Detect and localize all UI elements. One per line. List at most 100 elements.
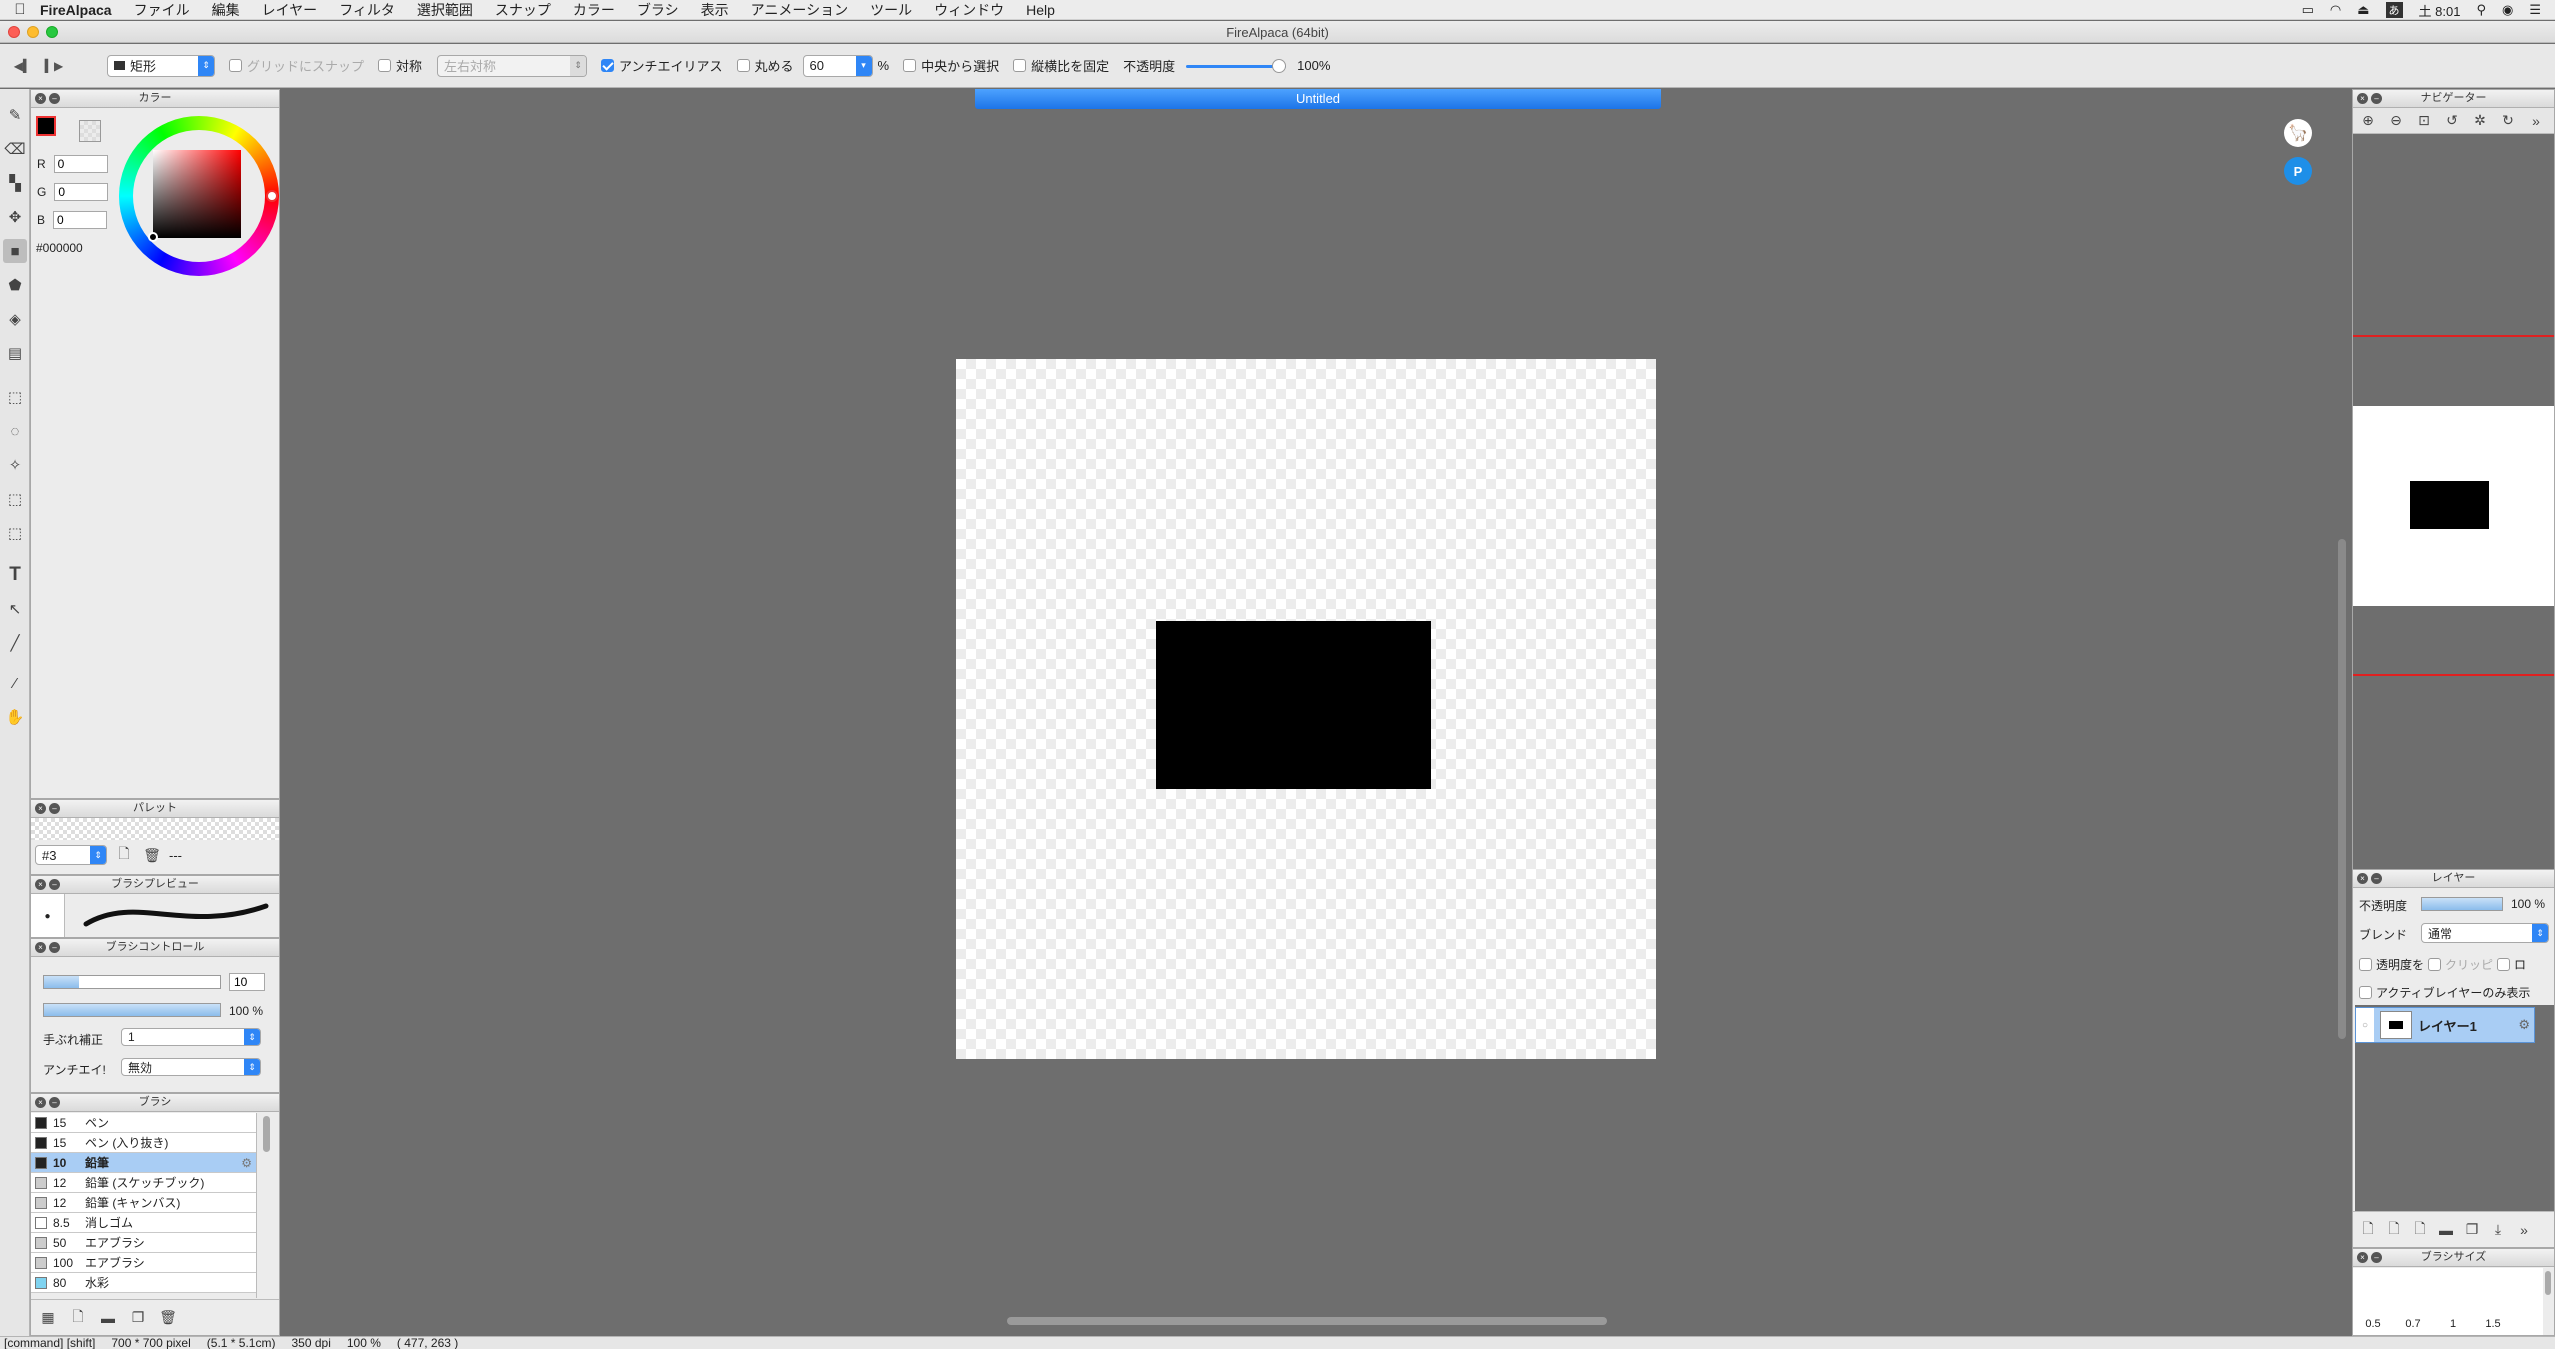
eye-visibility-icon[interactable]: ○ (2356, 1008, 2374, 1042)
brush-item[interactable]: 12 鉛筆 (キャンバス) (31, 1193, 256, 1213)
brush-size-scrollbar[interactable] (2545, 1271, 2551, 1295)
menu-brush[interactable]: ブラシ (637, 0, 679, 20)
collapse-icon[interactable]: – (2371, 93, 2382, 104)
layer-row[interactable]: ○ レイヤー1 ⚙ (2355, 1007, 2535, 1043)
alpaca-mascot-icon[interactable]: 🦙 (2284, 119, 2312, 147)
display-icon[interactable]: ▭ (2302, 2, 2314, 18)
eraser-tool-icon[interactable]: ⌫ (3, 137, 27, 161)
brush-size-input[interactable] (229, 973, 265, 991)
rotate-left-icon[interactable]: ↺ (2441, 110, 2463, 132)
menu-animation[interactable]: アニメーション (751, 0, 848, 20)
brush-antialias-select[interactable]: 無効 ⇕ (121, 1058, 261, 1076)
magic-wand-tool-icon[interactable]: ✧ (3, 453, 27, 477)
notification-center-icon[interactable]: ☰ (2529, 2, 2541, 18)
symmetry-checkbox[interactable] (378, 59, 392, 72)
from-center-checkbox[interactable] (903, 59, 917, 72)
horizontal-scrollbar[interactable] (1007, 1317, 1607, 1325)
canvas-area[interactable]: Untitled 🦙 P (281, 89, 2350, 1336)
fix-ratio-checkbox[interactable] (1013, 59, 1027, 72)
protect-alpha-checkbox[interactable] (2359, 958, 2372, 971)
menu-window[interactable]: ウィンドウ (934, 0, 1004, 20)
shape-select[interactable]: 矩形 ⇕ (107, 54, 215, 77)
collapse-icon[interactable]: – (49, 803, 60, 814)
brush-item[interactable]: 15 ペン (31, 1113, 256, 1133)
gear-icon[interactable]: ⚙ (241, 1156, 252, 1170)
brush-item[interactable]: 50 エアブラシ (31, 1233, 256, 1253)
brush-grid-icon[interactable]: ▦ (37, 1307, 59, 1329)
zoom-fit-icon[interactable]: ⊡ (2413, 110, 2435, 132)
shape-tool-icon[interactable]: ■ (3, 239, 27, 263)
pixiv-icon[interactable]: P (2284, 157, 2312, 185)
eyedropper-tool-icon[interactable]: ⁄ (3, 671, 27, 695)
opacity-slider-knob[interactable] (1272, 58, 1287, 73)
text-tool-icon[interactable]: T (3, 563, 27, 587)
brush-item[interactable]: 12 鉛筆 (スケッチブック) (31, 1173, 256, 1193)
zoom-in-icon[interactable]: ⊕ (2357, 110, 2379, 132)
vertical-scrollbar[interactable] (2338, 539, 2346, 1039)
navigator-thumbnail[interactable] (2353, 406, 2554, 606)
brush-item[interactable]: 80 水彩 (31, 1273, 256, 1293)
duplicate-brush-icon[interactable]: ❐ (127, 1307, 149, 1329)
divide-tool-icon[interactable]: ╱ (3, 631, 27, 655)
menu-selection[interactable]: 選択範囲 (417, 0, 473, 20)
close-icon[interactable]: × (2357, 873, 2368, 884)
hue-picker-knob[interactable] (266, 190, 278, 202)
opacity-slider[interactable] (1186, 58, 1287, 73)
wifi-icon[interactable]: ◠ (2330, 2, 2341, 18)
gradient-tool-icon[interactable]: ▤ (3, 341, 27, 365)
app-menu[interactable]: FireAlpaca (40, 2, 112, 18)
input-method-icon[interactable]: あ (2385, 2, 2403, 18)
collapse-icon[interactable]: – (2371, 873, 2382, 884)
blend-select[interactable]: 通常 ⇕ (2421, 923, 2549, 943)
grid-snap-checkbox[interactable] (229, 59, 242, 72)
black-rectangle-shape[interactable] (1156, 621, 1431, 789)
move-tool-icon[interactable]: ✥ (3, 205, 27, 229)
collapse-icon[interactable]: – (49, 942, 60, 953)
reset-rotation-icon[interactable]: ✲ (2469, 110, 2491, 132)
hand-tool-icon[interactable]: ✋ (3, 705, 27, 729)
saturation-value-square[interactable] (153, 150, 241, 238)
close-icon[interactable]: × (35, 93, 46, 104)
menu-file[interactable]: ファイル (134, 0, 190, 20)
layer-opacity-slider[interactable] (2421, 897, 2503, 911)
merge-down-icon[interactable]: ⤓ (2487, 1219, 2509, 1241)
palette-swatches[interactable] (31, 818, 279, 840)
menu-help[interactable]: Help (1026, 2, 1055, 18)
close-icon[interactable]: × (35, 803, 46, 814)
collapse-icon[interactable]: – (49, 1097, 60, 1108)
brush-folder-icon[interactable]: ▬ (97, 1307, 119, 1329)
collapse-icon[interactable]: – (49, 879, 60, 890)
rounding-checkbox[interactable] (736, 59, 750, 72)
menu-layer[interactable]: レイヤー (262, 0, 318, 20)
brush-size-slider[interactable] (43, 975, 221, 989)
new-palette-icon[interactable]: 🗋 (113, 844, 135, 866)
rotate-right-icon[interactable]: ↻ (2497, 110, 2519, 132)
menu-snap[interactable]: スナップ (495, 0, 551, 20)
sv-picker-knob[interactable] (148, 232, 158, 242)
select-pen-tool-icon[interactable]: ⬚ (3, 487, 27, 511)
close-icon[interactable]: × (2357, 93, 2368, 104)
artboard[interactable] (956, 359, 1656, 1059)
collapse-icon[interactable]: – (49, 93, 60, 104)
brush-size-preset[interactable]: 1 (2433, 1318, 2473, 1330)
g-input[interactable] (54, 183, 109, 201)
more-chevron-icon[interactable]: » (2525, 110, 2547, 132)
rounding-value-select[interactable]: 60 ▾ (802, 54, 873, 77)
select-tool-icon[interactable]: ⬚ (3, 385, 27, 409)
document-tab[interactable]: Untitled (975, 89, 1661, 109)
close-icon[interactable]: × (35, 1097, 46, 1108)
brush-size-preset[interactable]: 1.5 (2473, 1318, 2513, 1330)
brush-size-preset[interactable]: 0.5 (2353, 1318, 2393, 1330)
collapse-icon[interactable]: – (2371, 1252, 2382, 1263)
prev-panel-icon[interactable]: ◀︎▍ (10, 55, 36, 77)
operation-tool-icon[interactable]: ↖ (3, 597, 27, 621)
zoom-out-icon[interactable]: ⊖ (2385, 110, 2407, 132)
brush-size-preset[interactable]: 0.7 (2393, 1318, 2433, 1330)
bucket-tool-icon[interactable]: ◈ (3, 307, 27, 331)
duplicate-layer-icon[interactable]: ❐ (2461, 1219, 2483, 1241)
show-active-only-checkbox[interactable] (2359, 986, 2372, 999)
antialias-checkbox[interactable] (601, 59, 615, 72)
select-eraser-tool-icon[interactable]: ⬚ (3, 521, 27, 545)
new-brush-icon[interactable]: 🗋 (67, 1307, 89, 1329)
spotlight-search-icon[interactable]: ⚲ (2476, 2, 2486, 18)
